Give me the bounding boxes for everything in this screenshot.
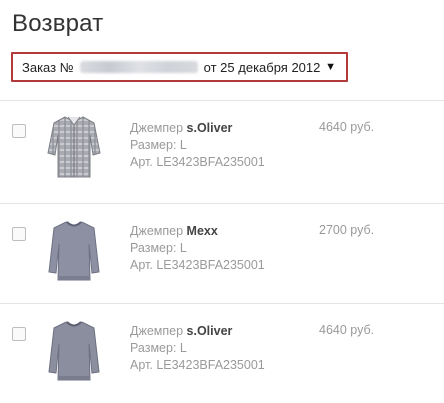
item-brand: s.Oliver <box>186 324 233 338</box>
item-size: L <box>179 241 187 255</box>
item-size-label: Размер: <box>130 138 177 152</box>
item-article-label: Арт. <box>130 358 153 372</box>
item-brand: s.Oliver <box>186 121 233 135</box>
item-checkbox[interactable] <box>12 124 26 138</box>
sweater-icon <box>46 316 102 384</box>
item-size-label: Размер: <box>130 241 177 255</box>
item-article-label: Арт. <box>130 155 153 169</box>
item-price: 4640 руб. <box>319 120 375 134</box>
chevron-down-icon: ▼ <box>325 61 336 73</box>
item-brand: Mexx <box>186 224 218 238</box>
order-prefix: Заказ № <box>22 59 74 75</box>
item-article: LE3423BFA235001 <box>156 358 265 372</box>
item-article-label: Арт. <box>130 258 153 272</box>
return-item-3: Джемпер s.Oliver Размер: L Арт. LE3423BF… <box>0 304 444 403</box>
return-page: Возврат Заказ № от 25 декабря 2012 ▼ Дже… <box>0 0 444 403</box>
item-info: Джемпер s.Oliver Размер: L Арт. LE3423BF… <box>130 323 265 374</box>
item-type: Джемпер <box>130 324 184 338</box>
item-size: L <box>179 138 187 152</box>
item-checkbox[interactable] <box>12 227 26 241</box>
item-type: Джемпер <box>130 121 184 135</box>
item-article: LE3423BFA235001 <box>156 258 265 272</box>
item-type: Джемпер <box>130 224 184 238</box>
item-article: LE3423BFA235001 <box>156 155 265 169</box>
plaid-shirt-icon <box>46 113 102 181</box>
item-price: 4640 руб. <box>319 323 375 337</box>
item-price: 2700 руб. <box>319 223 375 237</box>
page-title: Возврат <box>12 10 104 37</box>
item-checkbox[interactable] <box>12 327 26 341</box>
order-select-dropdown[interactable]: Заказ № от 25 декабря 2012 ▼ <box>11 52 348 82</box>
return-item-1: Джемпер s.Oliver Размер: L Арт. LE3423BF… <box>0 101 444 201</box>
order-date: от 25 декабря 2012 <box>203 59 321 75</box>
item-size: L <box>179 341 187 355</box>
item-info: Джемпер s.Oliver Размер: L Арт. LE3423BF… <box>130 120 265 171</box>
order-number-redacted <box>79 61 198 73</box>
item-info: Джемпер Mexx Размер: L Арт. LE3423BFA235… <box>130 223 265 274</box>
item-size-label: Размер: <box>130 341 177 355</box>
sweater-icon <box>46 216 102 284</box>
return-item-2: Джемпер Mexx Размер: L Арт. LE3423BFA235… <box>0 204 444 304</box>
